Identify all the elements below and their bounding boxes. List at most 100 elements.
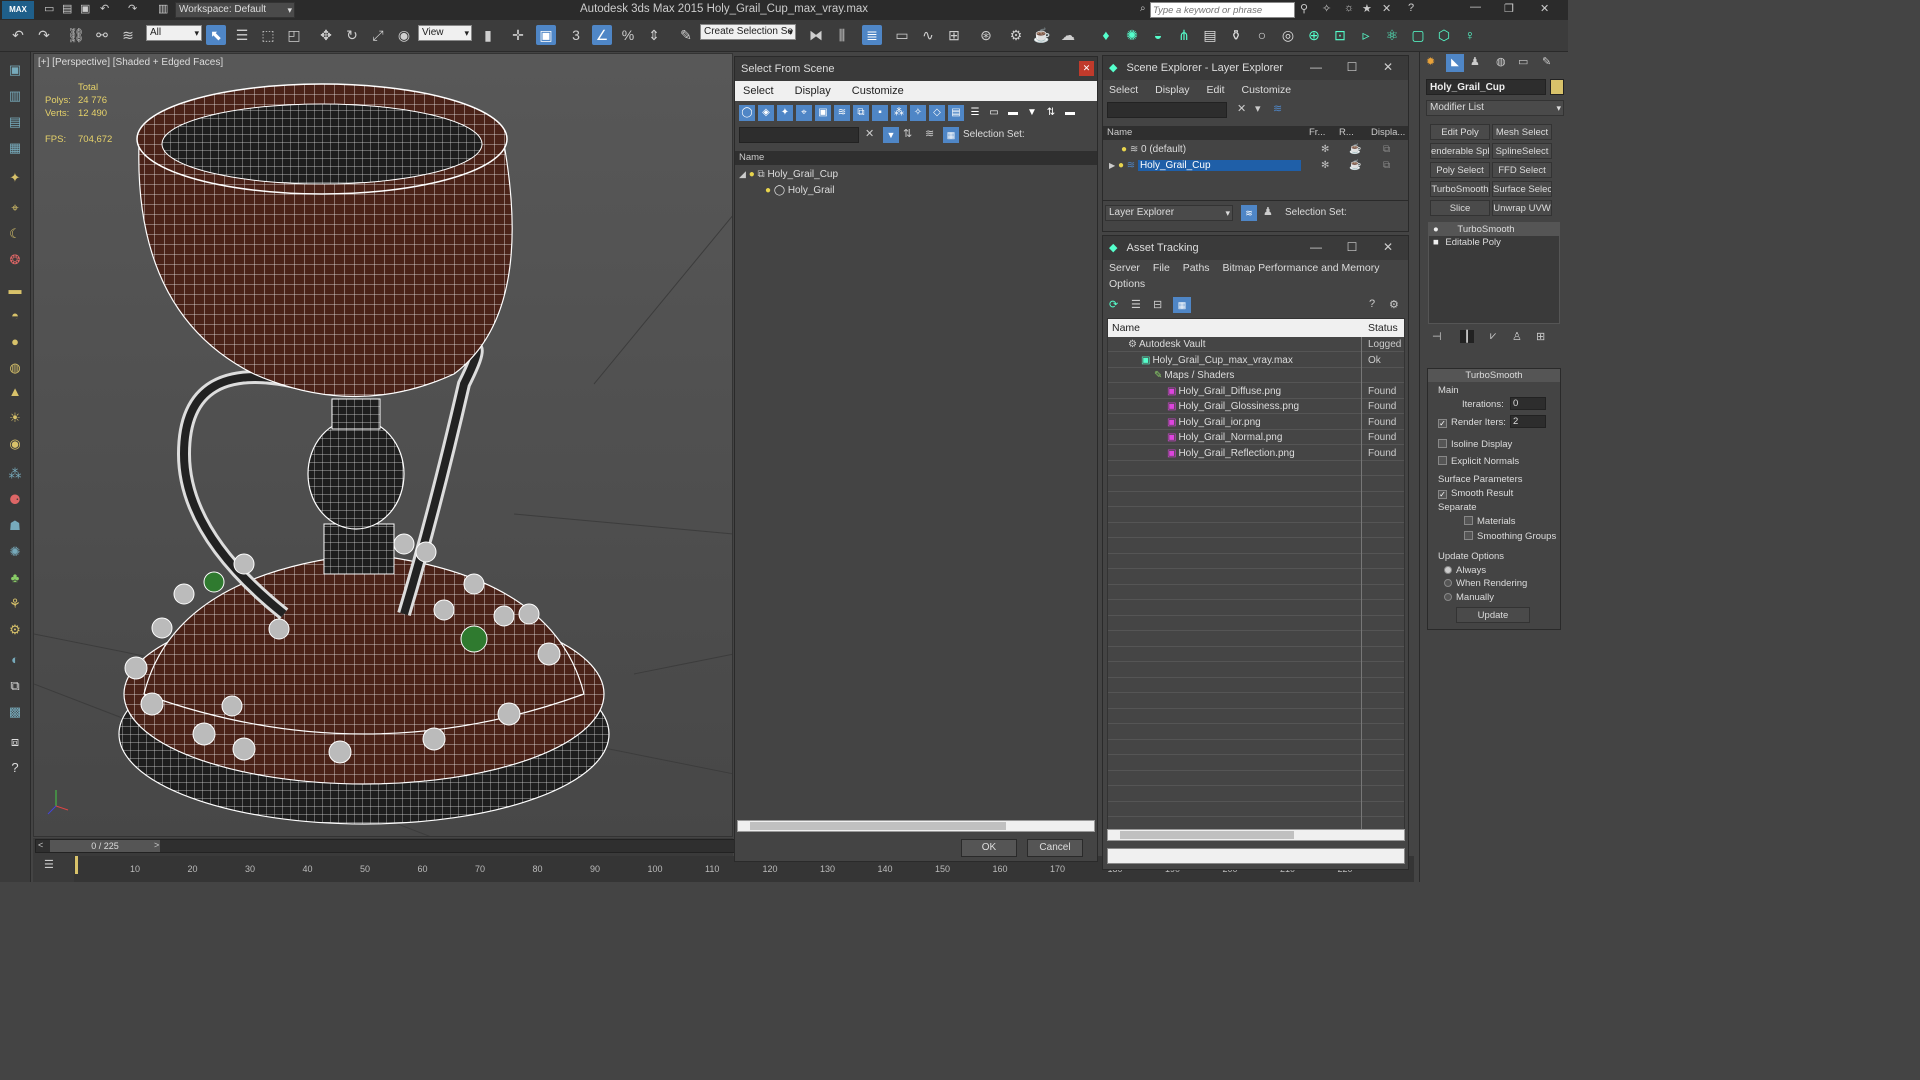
refresh-icon[interactable]: ⟳ bbox=[1109, 298, 1118, 311]
mod-turbosmooth-button[interactable]: TurboSmooth bbox=[1430, 181, 1490, 197]
sfs-filter-icon-12[interactable]: ▤ bbox=[948, 105, 964, 121]
vray-toolbar-icon-6[interactable]: ⬡ bbox=[1434, 25, 1454, 45]
spinner-snap-icon[interactable]: ⇕ bbox=[644, 25, 664, 45]
se-menu-customize[interactable]: Customize bbox=[1241, 84, 1291, 96]
vray-sun-icon[interactable]: ✺ bbox=[1122, 25, 1142, 45]
communication-icon[interactable]: ☼ bbox=[1344, 2, 1354, 14]
sfs-filter-icon-6[interactable]: ≋ bbox=[834, 105, 850, 121]
pin-stack-icon[interactable]: ⊣ bbox=[1432, 330, 1442, 343]
modifier-list-combo[interactable]: Modifier List bbox=[1426, 100, 1564, 116]
se-minimize-icon[interactable]: — bbox=[1303, 56, 1329, 78]
sfs-filter-icon-7[interactable]: ⧉ bbox=[853, 105, 869, 121]
new-file-icon[interactable]: ▭ bbox=[44, 2, 54, 15]
teapot-icon[interactable]: ◓ bbox=[5, 306, 25, 326]
stack-item-editable-poly[interactable]: ■ Editable Poly bbox=[1429, 236, 1559, 249]
se-clear-icon[interactable]: ✕ bbox=[1237, 102, 1246, 115]
viewport-config-icon[interactable]: ▩ bbox=[5, 702, 25, 722]
time-slider[interactable]: < 0 / 225 > bbox=[35, 839, 735, 853]
layer-row-holy-grail-cup[interactable]: ▶ ● ≋ Holy_Grail_Cup ✻ ☕ ⧉ bbox=[1103, 158, 1403, 173]
mod-ffd-select-button[interactable]: FFD Select bbox=[1492, 162, 1552, 178]
vray-frame-buffer-icon[interactable]: ◎ bbox=[1278, 25, 1298, 45]
se-filter-icon[interactable]: ▾ bbox=[1255, 102, 1261, 115]
select-hscrollbar[interactable] bbox=[737, 820, 1095, 832]
reference-coord-combo[interactable]: View bbox=[418, 25, 472, 41]
sfs-filter-icon-10[interactable]: ✧ bbox=[910, 105, 926, 121]
mod-spline-select-button[interactable]: SplineSelect bbox=[1492, 143, 1552, 159]
configure-sets-icon[interactable]: ⊞ bbox=[1536, 330, 1545, 343]
grid-icon[interactable]: ▦ bbox=[5, 138, 25, 158]
help-circle-icon[interactable]: ? bbox=[5, 758, 25, 778]
render-icon[interactable]: ☁ bbox=[1058, 25, 1078, 45]
materials-checkbox[interactable]: Materials bbox=[1464, 516, 1516, 527]
rendered-frame-icon[interactable]: ☕ bbox=[1032, 25, 1052, 45]
mod-mesh-select-button[interactable]: Mesh Select bbox=[1492, 124, 1552, 140]
system-icon[interactable]: ▬ bbox=[5, 280, 25, 300]
layer-icon[interactable]: ⧈ bbox=[5, 732, 25, 752]
vray-proxy-icon[interactable]: ⚱ bbox=[1226, 25, 1246, 45]
time-slider-thumb[interactable]: 0 / 225 bbox=[50, 840, 160, 852]
filter-icon[interactable]: ▼ bbox=[883, 127, 899, 143]
unlink-icon[interactable]: ⚯ bbox=[92, 25, 112, 45]
hair-icon[interactable]: ⚘ bbox=[5, 594, 25, 614]
sfs-filter-icon-8[interactable]: ▪ bbox=[872, 105, 888, 121]
collapse-arrow-icon[interactable]: ◢ bbox=[739, 169, 746, 179]
sfs-filter-icon-18[interactable]: ▬ bbox=[1062, 105, 1078, 121]
tree-item-holy-grail-cup[interactable]: ◢ ● ⧉ Holy_Grail_Cup bbox=[739, 167, 838, 182]
at-hscrollbar[interactable] bbox=[1107, 829, 1405, 841]
render-icon[interactable]: ☕ bbox=[1349, 142, 1361, 157]
display-icon[interactable]: ⧉ bbox=[1383, 158, 1390, 173]
select-name-header[interactable]: Name bbox=[735, 151, 1097, 165]
iterations-spinner[interactable]: 0 bbox=[1510, 397, 1546, 410]
se-menu-edit[interactable]: Edit bbox=[1206, 84, 1224, 96]
at-menu-options[interactable]: Options bbox=[1109, 278, 1145, 290]
at-menu-file[interactable]: File bbox=[1153, 262, 1170, 274]
always-radio[interactable]: Always bbox=[1444, 565, 1486, 576]
at-path-field[interactable] bbox=[1107, 848, 1405, 864]
place-icon[interactable]: ◉ bbox=[394, 25, 414, 45]
at-settings-icon[interactable]: ⚙ bbox=[1389, 298, 1399, 311]
smoothing-groups-checkbox[interactable]: Smoothing Groups bbox=[1464, 531, 1556, 542]
render-iters-spinner[interactable]: 2 bbox=[1510, 415, 1546, 428]
select-manipulate-icon[interactable]: ✛ bbox=[508, 25, 528, 45]
schematic-view-icon[interactable]: ⊞ bbox=[944, 25, 964, 45]
mod-poly-select-button[interactable]: Poly Select bbox=[1430, 162, 1490, 178]
move-icon[interactable]: ✥ bbox=[316, 25, 336, 45]
pivot-center-icon[interactable]: ▮ bbox=[478, 25, 498, 45]
select-search-input[interactable] bbox=[739, 127, 859, 143]
biped-icon[interactable]: ☗ bbox=[5, 516, 25, 536]
cone-icon[interactable]: ▲ bbox=[5, 382, 25, 402]
show-end-result-icon[interactable]: ┃ bbox=[1460, 330, 1474, 343]
timeline-config-icon[interactable]: ☰ bbox=[44, 858, 54, 871]
minimize-icon[interactable]: — bbox=[1470, 1, 1481, 13]
material-editor-icon[interactable]: ⊛ bbox=[976, 25, 996, 45]
save-file-icon[interactable]: ▣ bbox=[80, 2, 90, 15]
plane-icon[interactable]: ▤ bbox=[5, 112, 25, 132]
mr-proxy-icon[interactable]: ✺ bbox=[5, 542, 25, 562]
isoline-display-checkbox[interactable]: Isoline Display bbox=[1438, 439, 1512, 450]
display-tab-icon[interactable]: ▭ bbox=[1518, 55, 1528, 68]
bind-space-warp-icon[interactable]: ≋ bbox=[118, 25, 138, 45]
rect-selection-icon[interactable]: ⬚ bbox=[258, 25, 278, 45]
at-minimize-icon[interactable]: — bbox=[1303, 236, 1329, 258]
mirror-icon[interactable]: ⧓ bbox=[806, 25, 826, 45]
list-icon[interactable]: ☰ bbox=[1131, 298, 1141, 311]
bones-icon[interactable]: ⚈ bbox=[5, 490, 25, 510]
vray-dome-icon[interactable]: ◒ bbox=[1148, 25, 1168, 45]
light-icon[interactable]: ✦ bbox=[5, 168, 25, 188]
geosphere-icon[interactable]: ◉ bbox=[5, 434, 25, 454]
window-crossing-icon[interactable]: ◰ bbox=[284, 25, 304, 45]
selection-filter-combo[interactable]: All bbox=[146, 25, 202, 41]
percent-snap-icon[interactable]: % bbox=[618, 25, 638, 45]
sfs-filter-icon-11[interactable]: ◇ bbox=[929, 105, 945, 121]
se-search-input[interactable] bbox=[1107, 102, 1227, 118]
align-icon[interactable]: ⫼ bbox=[832, 25, 852, 45]
angle-snap-icon[interactable]: ∠ bbox=[592, 25, 612, 45]
sfs-filter-icon-16[interactable]: ▼ bbox=[1024, 105, 1040, 121]
turbosmooth-rollout-title[interactable]: TurboSmooth bbox=[1428, 369, 1560, 382]
vray-fur-icon[interactable]: ⋔ bbox=[1174, 25, 1194, 45]
sfs-filter-icon-17[interactable]: ⇅ bbox=[1043, 105, 1059, 121]
select-by-name-icon[interactable]: ☰ bbox=[232, 25, 252, 45]
sfs-filter-icon-2[interactable]: ◈ bbox=[758, 105, 774, 121]
sfs-filter-icon-9[interactable]: ⁂ bbox=[891, 105, 907, 121]
display-icon[interactable]: ⧉ bbox=[1383, 142, 1390, 157]
